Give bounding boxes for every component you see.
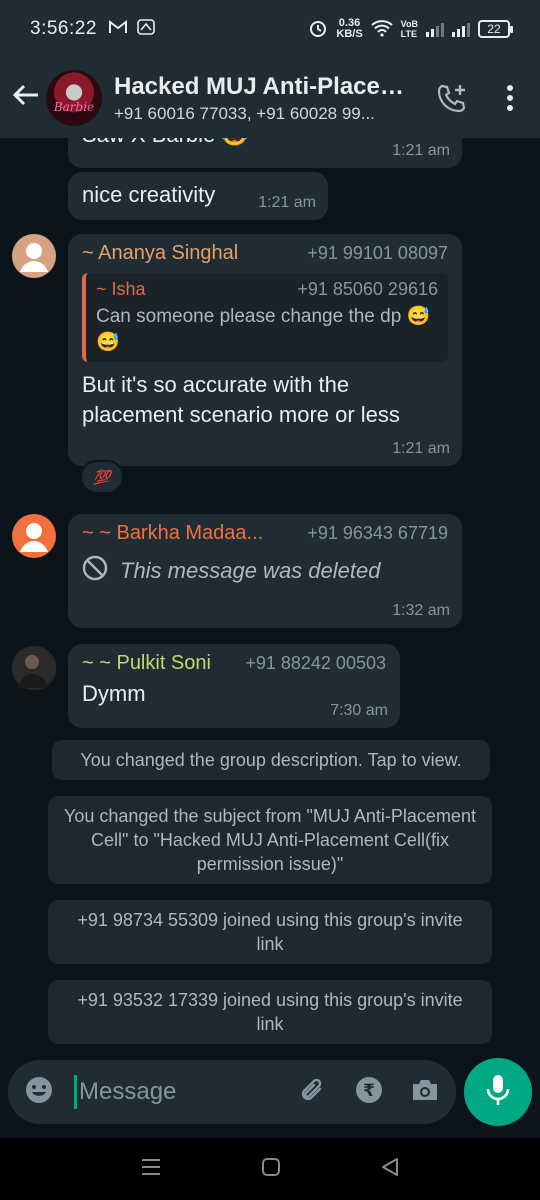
deleted-text: This message was deleted: [120, 558, 381, 583]
back-nav-icon[interactable]: [380, 1157, 400, 1182]
alarm-icon: [308, 18, 328, 41]
chat-header: Barbie Hacked MUJ Anti-Placement Cell(fi…: [0, 58, 540, 138]
home-icon[interactable]: [261, 1157, 281, 1182]
wifi-icon: [370, 19, 393, 40]
status-bar: 3:56:22 0.36 KB/S VoB LTE 22: [0, 0, 540, 58]
more-options-icon[interactable]: [506, 85, 514, 111]
speed-unit: KB/S: [336, 28, 363, 40]
group-title: Hacked MUJ Anti-Placement Cell(fix permi…: [114, 72, 414, 100]
message-composer: ₹: [8, 1060, 456, 1124]
deleted-icon: [82, 555, 108, 587]
sender-name[interactable]: ~ ~ Barkha Madaa...: [82, 522, 263, 545]
reaction-badge[interactable]: 💯: [80, 460, 124, 494]
rupee-glyph: ₹: [363, 1081, 375, 1101]
system-message[interactable]: You changed the subject from "MUJ Anti-P…: [48, 796, 492, 884]
system-message[interactable]: +91 93532 17339 joined using this group'…: [48, 980, 492, 1044]
quote-phone: +91 85060 29616: [297, 279, 438, 299]
attach-icon[interactable]: [298, 1075, 328, 1110]
system-nav-bar: [0, 1138, 540, 1200]
quote-text: Can someone please change the dp 😅😅: [96, 306, 431, 353]
camera-icon[interactable]: [410, 1076, 440, 1109]
mic-icon: [485, 1073, 511, 1112]
message-time: 7:30 am: [330, 702, 388, 719]
message-time: 1:32 am: [392, 602, 450, 619]
message-input[interactable]: [79, 1078, 259, 1106]
sender-phone: +91 88242 00503: [245, 653, 386, 673]
quote-sender: ~ Isha: [96, 279, 146, 299]
message-bubble-partial[interactable]: Saw X Barbie 😂 1:21 am: [68, 138, 462, 168]
message-bubble-nice[interactable]: nice creativity 1:21 am: [68, 172, 328, 220]
text-cursor: [74, 1075, 77, 1109]
avatar-text: Barbie: [53, 100, 95, 114]
recents-icon[interactable]: [140, 1157, 162, 1182]
message-time: 1:21 am: [392, 440, 450, 457]
voice-record-button[interactable]: [464, 1058, 532, 1126]
sender-phone: +91 99101 08097: [307, 243, 448, 263]
notification-app-icon: [137, 18, 155, 40]
signal-1-icon: [426, 21, 444, 37]
back-arrow-icon[interactable]: [10, 81, 42, 115]
message-bubble-ananya[interactable]: ~ Ananya Singhal +91 99101 08097 ~ Isha …: [68, 234, 462, 466]
status-time: 3:56:22: [30, 18, 97, 39]
message-time: 1:21 am: [392, 142, 450, 159]
network-speed: 0.36 KB/S: [336, 18, 362, 40]
system-message[interactable]: +91 98734 55309 joined using this group'…: [48, 900, 492, 964]
message-bubble-pulkit[interactable]: ~ ~ Pulkit Soni +91 88242 00503 Dymm 7:3…: [68, 644, 400, 728]
signal-2-icon: [452, 21, 470, 37]
message-text: But it's so accurate with the placement …: [82, 372, 400, 427]
payment-icon[interactable]: ₹: [354, 1075, 384, 1110]
volte-top: VoB: [400, 19, 418, 29]
group-avatar[interactable]: Barbie: [46, 70, 102, 126]
add-call-icon[interactable]: [436, 83, 468, 113]
volte-indicator: VoB LTE: [401, 19, 418, 39]
gmail-icon: [108, 19, 127, 39]
system-message[interactable]: You changed the group description. Tap t…: [52, 740, 490, 780]
group-info[interactable]: Hacked MUJ Anti-Placement Cell(fix permi…: [114, 73, 414, 124]
sender-phone: +91 96343 67719: [307, 523, 448, 543]
message-time: 1:21 am: [258, 194, 316, 211]
avatar-pulkit[interactable]: [12, 646, 56, 690]
chat-area[interactable]: Saw X Barbie 😂 1:21 am nice creativity 1…: [0, 138, 540, 1058]
message-bubble-barkha[interactable]: ~ ~ Barkha Madaa... +91 96343 67719 This…: [68, 514, 462, 628]
volte-bottom: LTE: [400, 29, 417, 39]
battery-icon: 22: [478, 20, 513, 38]
quoted-message[interactable]: ~ Isha +91 85060 29616 Can someone pleas…: [82, 273, 448, 362]
sender-name[interactable]: ~ ~ Pulkit Soni: [82, 652, 211, 675]
emoji-icon[interactable]: [24, 1075, 54, 1110]
sender-name[interactable]: ~ Ananya Singhal: [82, 242, 238, 265]
avatar-barkha[interactable]: [12, 514, 56, 558]
group-participants: +91 60016 77033, +91 60028 99...: [114, 103, 375, 123]
avatar-ananya[interactable]: [12, 234, 56, 278]
